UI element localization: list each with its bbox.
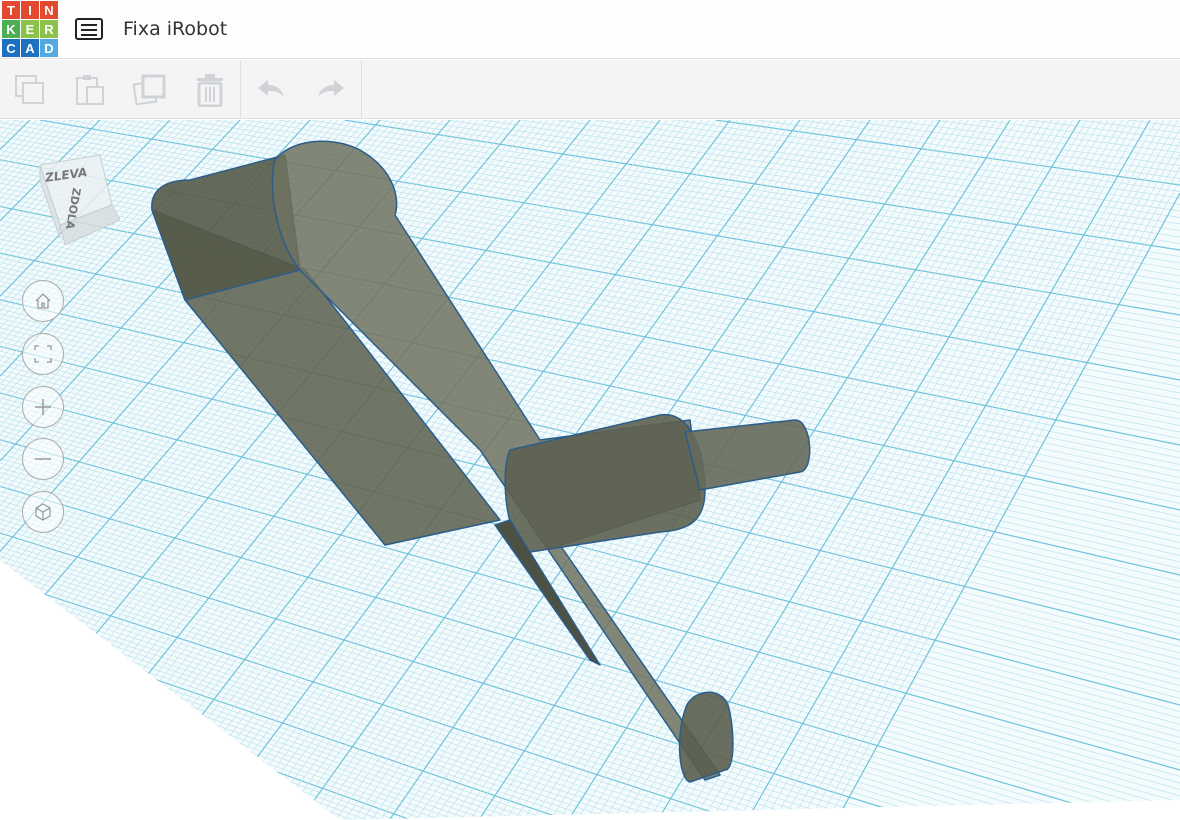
grid-line-minor: [0, 784, 89, 820]
cube-icon: [35, 503, 51, 521]
logo-letter: A: [21, 39, 39, 57]
tinkercad-logo[interactable]: TIN KER CAD: [2, 1, 58, 57]
grid-line-minor: [0, 793, 65, 820]
view-cube[interactable]: ZLEVA ZDOLA: [30, 150, 121, 246]
zoom-in-button[interactable]: [22, 386, 64, 428]
grid-line-minor: [0, 770, 126, 820]
logo-letter: K: [2, 20, 20, 38]
home-view-button[interactable]: [22, 280, 64, 322]
grid-line-minor: [0, 756, 164, 820]
logo-letter: E: [21, 20, 39, 38]
duplicate-button[interactable]: [120, 60, 180, 119]
grid-line-minor: [0, 798, 53, 820]
fit-view-button[interactable]: [22, 333, 64, 375]
model-hook: [678, 691, 734, 783]
workplane-scene[interactable]: [0, 120, 1180, 820]
grid-line-minor: [0, 803, 42, 820]
delete-button[interactable]: [180, 60, 240, 119]
grid-line-minor: [0, 779, 102, 820]
grid-line-minor: [0, 751, 177, 820]
copy-icon: [15, 74, 44, 104]
toolbar: [0, 60, 1180, 119]
minus-icon: [35, 458, 51, 460]
logo-letter: T: [2, 1, 20, 19]
zoom-out-button[interactable]: [22, 438, 64, 480]
grid-line-minor: [0, 723, 256, 820]
undo-icon: [258, 79, 284, 97]
grid-line-minor: [0, 775, 114, 820]
grid-line-minor: [0, 733, 229, 820]
redo-button[interactable]: [301, 60, 361, 119]
grid-line-minor: [0, 742, 203, 820]
undo-button[interactable]: [241, 60, 301, 119]
fit-icon: [34, 345, 52, 363]
grid-line-minor: [0, 789, 77, 820]
design-list-button[interactable]: [75, 18, 103, 40]
ortho-view-button[interactable]: [22, 491, 64, 533]
grid-line-minor: [0, 747, 190, 820]
duplicate-icon: [133, 74, 166, 105]
grid-line-minor: [0, 728, 243, 820]
copy-button[interactable]: [0, 60, 60, 119]
logo-letter: C: [2, 39, 20, 57]
redo-icon: [318, 79, 344, 97]
logo-letter: D: [40, 39, 58, 57]
logo-letter: N: [40, 1, 58, 19]
grid-line-major: [0, 765, 139, 820]
plus-icon: [35, 399, 51, 415]
top-bar: TIN KER CAD Fixa iRobot: [0, 0, 1180, 59]
trash-icon: [197, 73, 223, 107]
paste-icon: [76, 74, 104, 105]
grid-line-minor: [0, 737, 216, 820]
grid-line-major: [0, 812, 18, 820]
logo-letter: R: [40, 20, 58, 38]
grid-line-minor: [0, 761, 151, 820]
design-title[interactable]: Fixa iRobot: [123, 18, 227, 40]
grid-line-minor: [0, 807, 30, 820]
paste-button[interactable]: [60, 60, 120, 119]
3d-workplane-viewport[interactable]: ZLEVA ZDOLA: [0, 120, 1180, 820]
home-icon: [35, 293, 51, 309]
logo-letter: I: [21, 1, 39, 19]
